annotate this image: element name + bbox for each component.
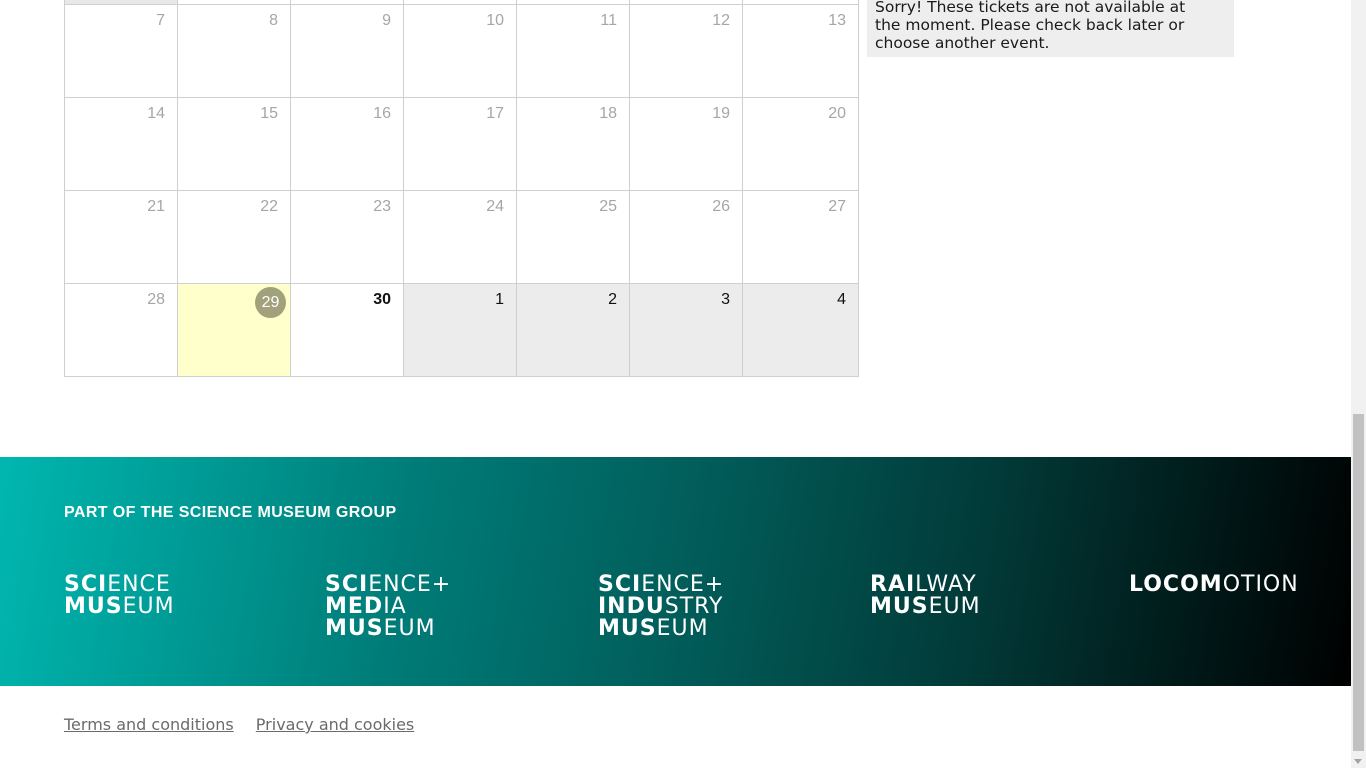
day-number: 28 [147,291,165,308]
privacy-link[interactable]: Privacy and cookies [256,715,414,734]
day-number: 1 [495,291,504,308]
calendar-day-cell: 20 [742,97,859,191]
calendar-day-cell[interactable]: 29 [177,283,291,377]
calendar-week-row: 14 15 16 17 18 19 20 [64,97,859,191]
day-number: 26 [712,198,730,215]
day-number: 21 [147,198,165,215]
railway-museum-logo[interactable]: RAILWAY MUSEUM [870,574,981,618]
calendar-day-cell: 16 [290,97,404,191]
day-number: 16 [373,105,391,122]
logo-text: MUS [598,616,657,641]
calendar-day-cell: 19 [629,97,743,191]
day-number: 29 [255,287,286,318]
notice-line-3: choose another event. [875,34,1050,52]
calendar-day-cell: 8 [177,4,291,98]
logo-text: MUS [64,594,123,619]
logo-text: MUS [870,594,929,619]
science-museum-logo[interactable]: SCIENCE MUSEUM [64,574,175,618]
calendar-day-cell: 26 [629,190,743,284]
day-number: 3 [721,291,730,308]
calendar-day-cell: 27 [742,190,859,284]
day-number: 22 [260,198,278,215]
calendar-day-cell: 18 [516,97,630,191]
day-number: 27 [828,198,846,215]
day-number: 20 [828,105,846,122]
footer: PART OF THE SCIENCE MUSEUM GROUP SCIENCE… [0,457,1351,686]
calendar-day-cell: 25 [516,190,630,284]
calendar-day-cell: 14 [64,97,178,191]
calendar-day-cell: 11 [516,4,630,98]
calendar-day-cell[interactable]: 4 [742,283,859,377]
day-number: 24 [486,198,504,215]
day-number: 12 [712,12,730,29]
logo-text: MUS [325,616,384,641]
calendar-day-cell: 15 [177,97,291,191]
logo-text: EUM [383,616,436,641]
scrollbar-thumb[interactable] [1353,414,1364,751]
calendar-day-cell[interactable]: 1 [403,283,517,377]
day-number: 23 [373,198,391,215]
day-number: 25 [599,198,617,215]
event-calendar: 7 8 9 10 11 12 13 14 15 16 17 18 19 20 21 22 23 24 25 26 27 2… [64,0,859,377]
calendar-day-cell: 17 [403,97,517,191]
calendar-week-row: 21 22 23 24 25 26 27 [64,190,859,284]
calendar-day-cell: 22 [177,190,291,284]
day-number: 13 [828,12,846,29]
science-media-museum-logo[interactable]: SCIENCE+ MEDIA MUSEUM [325,574,451,640]
calendar-day-cell: 9 [290,4,404,98]
day-number: 17 [486,105,504,122]
calendar-week-row: 28 29 30 1 2 3 4 [64,283,859,377]
notice-line-1: Sorry! These tickets are not available a… [875,0,1186,16]
calendar-week-row: 7 8 9 10 11 12 13 [64,4,859,98]
day-number: 18 [599,105,617,122]
unavailable-notice: Sorry! These tickets are not available a… [867,0,1234,57]
group-title: PART OF THE SCIENCE MUSEUM GROUP [64,504,397,521]
calendar-day-cell: 21 [64,190,178,284]
legal-links: Terms and conditions Privacy and cookies [64,715,431,734]
logo-text: EUM [122,594,175,619]
day-number: 19 [712,105,730,122]
terms-link[interactable]: Terms and conditions [64,715,234,734]
logo-text: OTION [1222,572,1299,597]
day-number: 7 [156,12,165,29]
day-number: 30 [373,291,391,308]
day-number: 8 [269,12,278,29]
day-number: 10 [486,12,504,29]
calendar-day-cell: 10 [403,4,517,98]
logo-text: EUM [928,594,981,619]
logo-text: LOCOM [1129,572,1223,597]
calendar-day-cell: 7 [64,4,178,98]
calendar-day-cell: 28 [64,283,178,377]
day-number: 2 [608,291,617,308]
calendar-day-cell: 24 [403,190,517,284]
calendar-day-cell: 13 [742,4,859,98]
locomotion-logo[interactable]: LOCOMOTION [1129,574,1299,596]
day-number: 4 [837,291,846,308]
logo-text: EUM [656,616,709,641]
row-divider [65,0,177,4]
calendar-day-cell[interactable]: 30 [290,283,404,377]
calendar-day-cell: 23 [290,190,404,284]
day-number: 14 [147,105,165,122]
science-industry-museum-logo[interactable]: SCIENCE+ INDUSTRY MUSEUM [598,574,724,640]
vertical-scrollbar[interactable] [1351,0,1366,768]
day-number: 15 [260,105,278,122]
calendar-day-cell: 12 [629,4,743,98]
scroll-down-arrow-icon[interactable] [1354,759,1362,764]
day-number: 9 [382,12,391,29]
calendar-day-cell[interactable]: 2 [516,283,630,377]
calendar-day-cell[interactable]: 3 [629,283,743,377]
page: 7 8 9 10 11 12 13 14 15 16 17 18 19 20 21 22 23 24 25 26 27 2… [0,0,1351,768]
day-number: 11 [600,12,617,29]
notice-line-2: the moment. Please check back later or [875,16,1185,34]
